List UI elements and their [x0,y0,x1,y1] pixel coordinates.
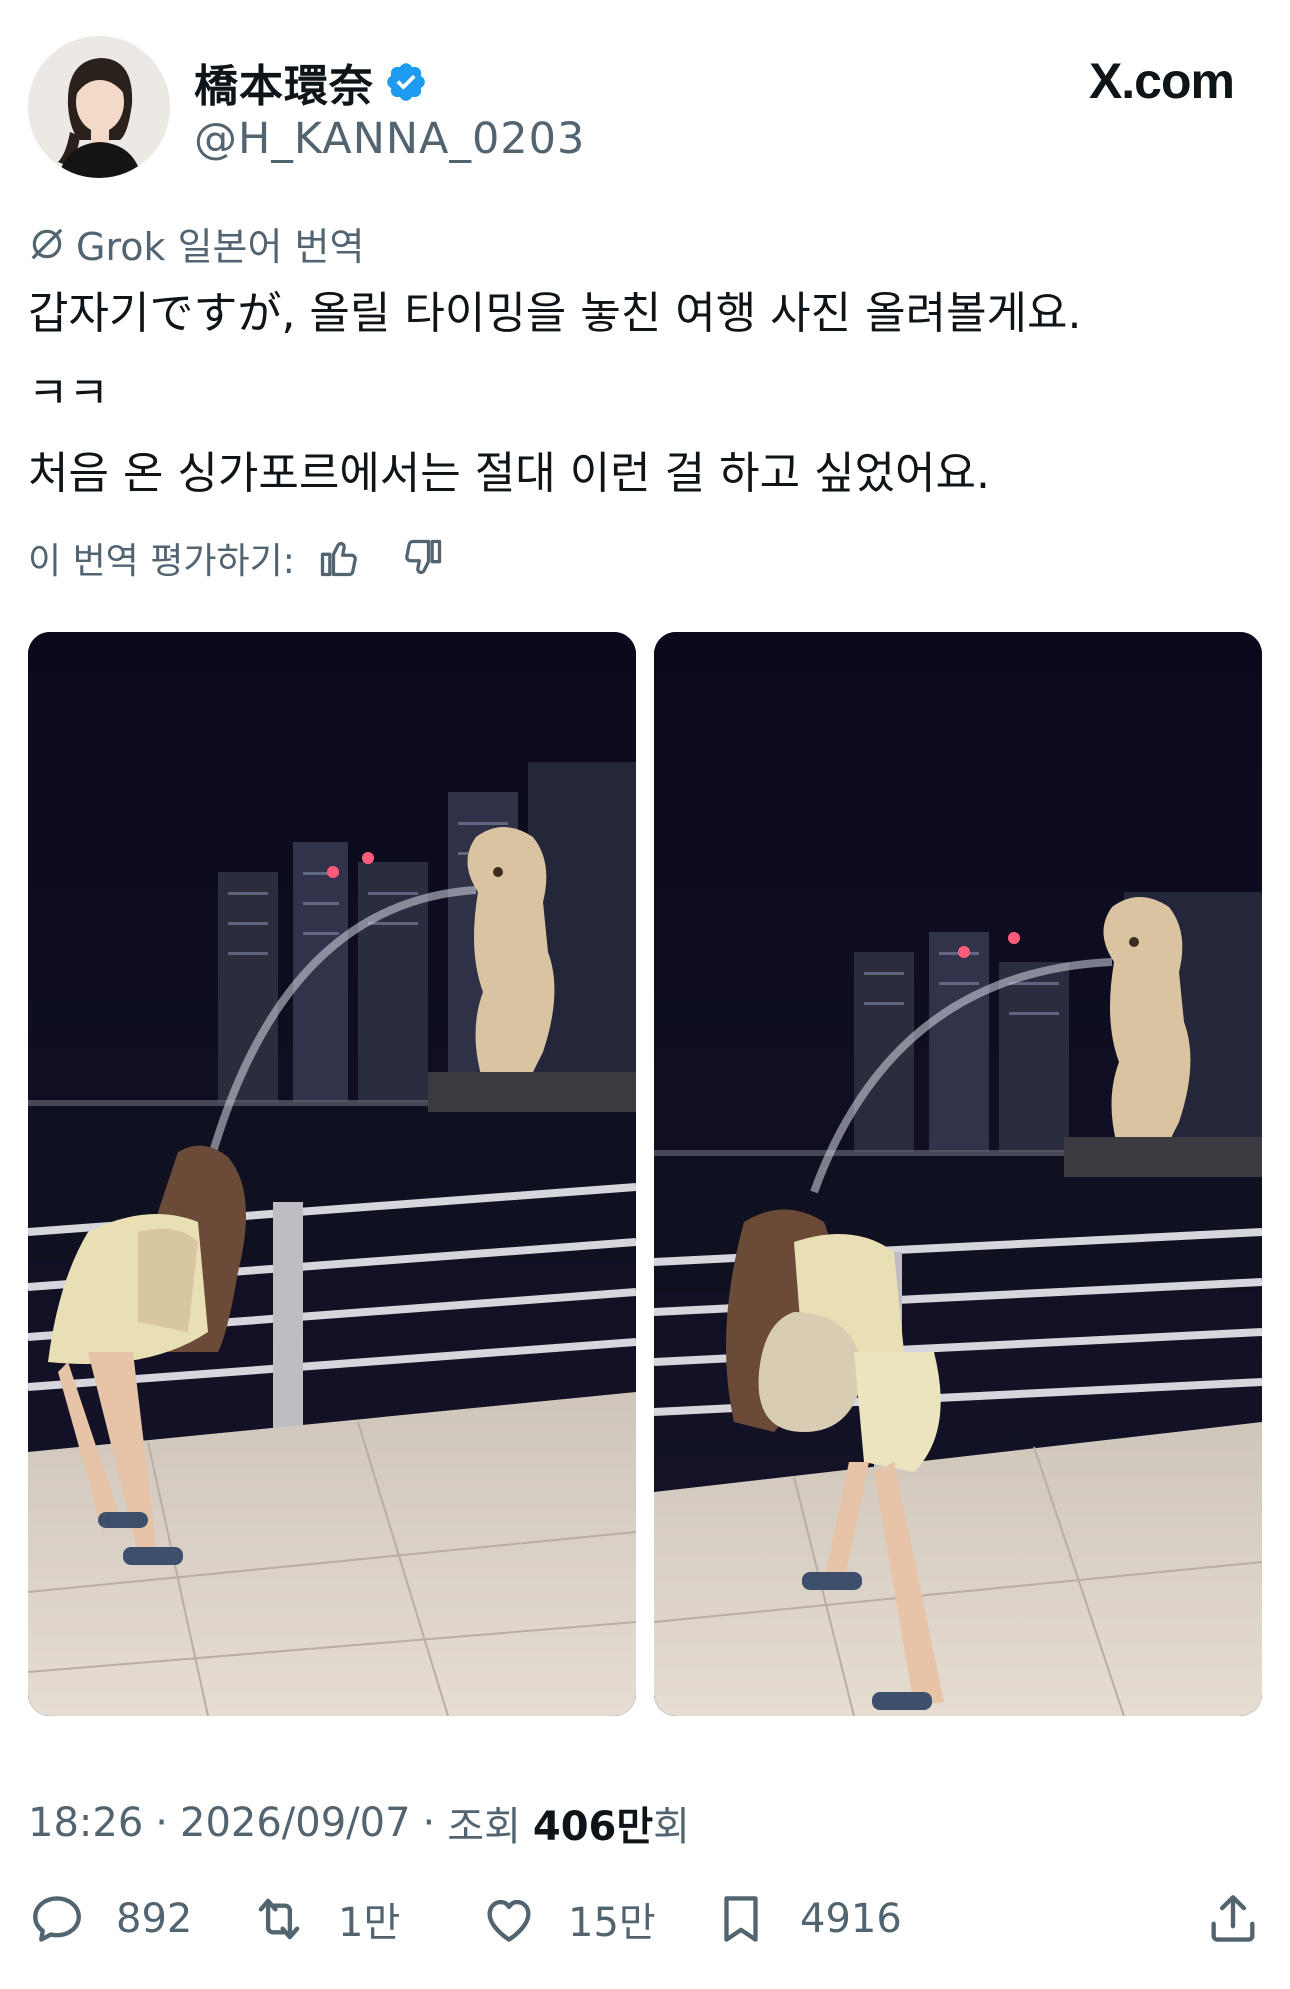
tweet-line: 갑자기ですが, 올릴 타이밍을 놓친 여행 사진 올려볼게요. [28,288,1082,339]
retweet-button[interactable]: 1만 [250,1890,400,1948]
share-button[interactable] [1204,1890,1262,1948]
tweet-date[interactable]: 2026/09/07 [180,1800,411,1846]
views-count: 406만 [532,1804,654,1850]
tweet-line: ㅋㅋ [28,368,109,419]
brand-logo: X.com [1088,53,1235,109]
tweet-time[interactable]: 18:26 [28,1800,143,1846]
reply-icon [33,1896,81,1942]
verified-icon [387,63,425,101]
translation-label: Grok 일본어 번역 [28,216,364,271]
tweet-meta: 18:26 · 2026/09/07 · 조회 406만 회 [28,1794,690,1852]
bookmark-count: 4916 [800,1896,902,1942]
user-handle[interactable]: @H_KANNA_0203 [194,114,585,164]
action-bar: 892 1만 15만 4916 [28,1890,1262,1960]
tweet-line: 처음 온 싱가포르에서는 절대 이런 걸 하고 싶었어요. [28,448,990,499]
retweet-count: 1만 [338,1900,401,1946]
views-label: 조회 [447,1804,521,1850]
display-name[interactable]: 橋本環奈 [194,50,374,114]
like-button[interactable]: 15만 [480,1890,656,1948]
rate-translation: 이 번역 평가하기: [28,532,445,584]
tweet-photo-1[interactable] [28,632,636,1716]
reply-button[interactable]: 892 [28,1890,192,1948]
reply-count: 892 [116,1896,193,1942]
avatar[interactable] [28,36,170,178]
tweet-photo-2[interactable] [654,632,1262,1716]
separator-dot: · [155,1800,168,1846]
grok-icon [31,228,63,259]
translation-source: Grok 일본어 번역 [76,225,365,269]
retweet-icon [258,1898,300,1940]
tweet-text: 갑자기ですが, 올릴 타이밍을 놓친 여행 사진 올려볼게요. ㅋㅋ 처음 온 … [28,286,1258,526]
views-suffix: 회 [653,1804,690,1850]
tweet-header: 橋本環奈 @H_KANNA_0203 X.com [28,36,1262,181]
bookmark-button[interactable]: 4916 [712,1890,902,1948]
rate-label: 이 번역 평가하기: [28,541,295,582]
like-count: 15만 [568,1900,656,1946]
thumbs-up-icon[interactable] [317,536,361,580]
name-row: 橋本環奈 [194,50,428,114]
share-icon [1211,1895,1255,1942]
separator-dot: · [422,1800,436,1846]
thumbs-down-icon[interactable] [401,536,445,580]
bookmark-icon [724,1896,758,1942]
like-icon [487,1899,531,1942]
